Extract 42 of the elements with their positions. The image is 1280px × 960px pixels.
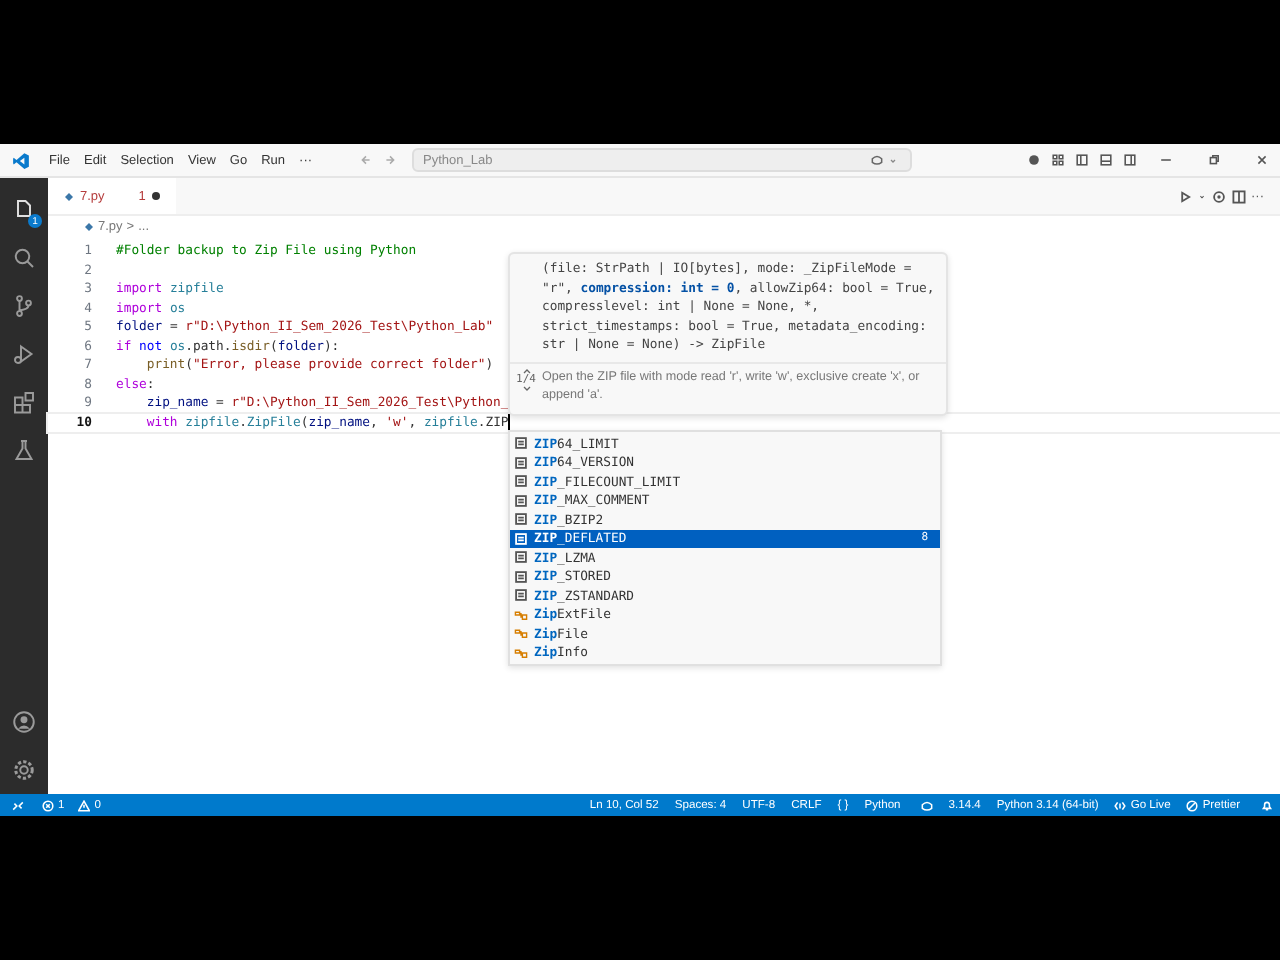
warning-icon	[78, 799, 91, 811]
chevron-down-icon[interactable]	[521, 385, 531, 391]
constant-icon	[514, 588, 528, 603]
account-icon[interactable]	[12, 710, 36, 734]
panel-icon[interactable]	[1100, 154, 1112, 166]
constant-icon	[514, 493, 528, 508]
constant-icon	[514, 550, 528, 565]
constant-icon	[514, 569, 528, 584]
prohibited-icon	[1186, 799, 1199, 811]
layout-icon[interactable]	[1052, 154, 1064, 166]
broadcast-icon	[1114, 799, 1127, 811]
sidebar-icon[interactable]	[1076, 154, 1088, 166]
constant-icon	[514, 474, 528, 489]
explorer-icon[interactable]	[12, 198, 36, 222]
constant-icon	[514, 436, 528, 451]
error-icon	[42, 799, 54, 811]
run-icon[interactable]	[1177, 189, 1191, 203]
settings-icon[interactable]	[12, 758, 36, 782]
python-file-icon	[84, 221, 94, 231]
source-control-icon[interactable]	[12, 294, 36, 318]
close-icon[interactable]	[1256, 154, 1268, 166]
split-editor-icon[interactable]	[1231, 189, 1245, 203]
python-file-icon	[64, 191, 74, 201]
constant-icon	[514, 531, 528, 546]
search-icon[interactable]	[12, 246, 36, 270]
constant-icon	[514, 455, 528, 470]
caret-icon[interactable]	[887, 155, 898, 165]
flask-icon[interactable]	[12, 438, 36, 462]
app-logo-icon	[12, 151, 30, 169]
run-debug-icon[interactable]	[12, 342, 36, 366]
class-icon	[514, 626, 528, 641]
class-icon	[514, 645, 528, 660]
bell-icon[interactable]	[1260, 799, 1274, 811]
constant-icon	[514, 512, 528, 527]
account-dot-icon[interactable]	[1028, 154, 1040, 166]
restore-icon[interactable]	[1208, 154, 1220, 166]
class-icon	[514, 607, 528, 622]
remote-icon[interactable]	[12, 799, 24, 811]
minimize-icon[interactable]	[1160, 154, 1172, 166]
chevron-up-icon[interactable]	[521, 367, 531, 373]
secondary-sidebar-icon[interactable]	[1124, 154, 1136, 166]
extensions-icon[interactable]	[12, 390, 36, 414]
